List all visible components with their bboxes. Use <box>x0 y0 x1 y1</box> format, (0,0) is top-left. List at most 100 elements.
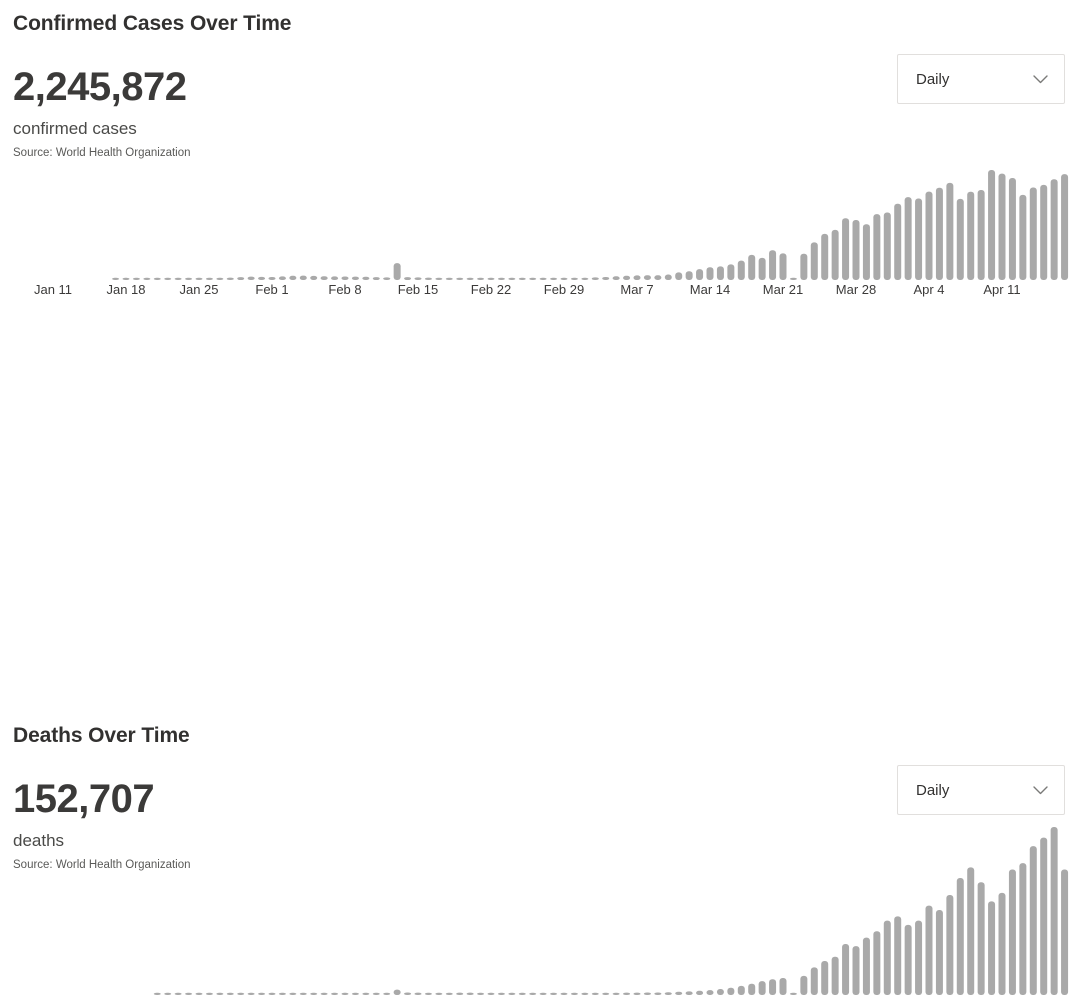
chart-bar[interactable] <box>977 882 985 995</box>
chart-bar[interactable] <box>831 229 839 280</box>
chart-bar[interactable] <box>883 920 891 995</box>
chart-bar[interactable] <box>998 892 1006 995</box>
chart-bar[interactable] <box>289 275 297 280</box>
chart-bar[interactable] <box>716 266 724 280</box>
chart-bar[interactable] <box>956 878 964 995</box>
chart-bar[interactable] <box>466 277 474 280</box>
chart-bar[interactable] <box>393 263 401 280</box>
chart-bar[interactable] <box>550 992 558 995</box>
chart-bar[interactable] <box>727 264 735 280</box>
chart-bar[interactable] <box>518 992 526 995</box>
chart-bar[interactable] <box>174 277 182 280</box>
chart-bar[interactable] <box>383 992 391 995</box>
chart-bar[interactable] <box>497 277 505 280</box>
chart-bar[interactable] <box>654 275 662 280</box>
chart-bar[interactable] <box>862 937 870 995</box>
chart-bar[interactable] <box>570 277 578 280</box>
chart-bar[interactable] <box>748 983 756 995</box>
chart-bar[interactable] <box>1029 187 1037 280</box>
chart-bar[interactable] <box>935 187 943 280</box>
chart-bar[interactable] <box>696 269 704 280</box>
chart-bar[interactable] <box>570 992 578 995</box>
chart-bar[interactable] <box>456 992 464 995</box>
chart-bar[interactable] <box>247 276 255 280</box>
chart-bar[interactable] <box>737 260 745 280</box>
chart-bar[interactable] <box>779 977 787 995</box>
chart-bar[interactable] <box>1061 174 1069 280</box>
chart-bar[interactable] <box>424 992 432 995</box>
chart-bar[interactable] <box>1040 184 1048 280</box>
chart-bar[interactable] <box>842 943 850 995</box>
chart-bar[interactable] <box>529 992 537 995</box>
chart-bar[interactable] <box>727 987 735 995</box>
chart-bar[interactable] <box>591 992 599 995</box>
chart-bar[interactable] <box>935 909 943 995</box>
chart-bar[interactable] <box>205 277 213 280</box>
chart-bar[interactable] <box>716 989 724 995</box>
chart-bar[interactable] <box>894 203 902 280</box>
chart-bar[interactable] <box>560 277 568 280</box>
chart-bar[interactable] <box>967 867 975 995</box>
chart-bar[interactable] <box>414 277 422 280</box>
chart-bar[interactable] <box>226 992 234 995</box>
chart-bar[interactable] <box>988 901 996 995</box>
chart-bar[interactable] <box>362 992 370 995</box>
chart-bar[interactable] <box>362 276 370 280</box>
chart-bar[interactable] <box>904 924 912 995</box>
chart-bar[interactable] <box>789 992 797 995</box>
chart-bar[interactable] <box>685 271 693 280</box>
chart-bar[interactable] <box>894 916 902 995</box>
chart-bar[interactable] <box>258 992 266 995</box>
deaths-interval-dropdown[interactable]: Daily <box>897 765 1065 815</box>
chart-bar[interactable] <box>289 992 297 995</box>
chart-bar[interactable] <box>237 277 245 280</box>
chart-bar[interactable] <box>1050 179 1058 280</box>
chart-bar[interactable] <box>998 173 1006 280</box>
chart-bar[interactable] <box>737 985 745 995</box>
chart-bar[interactable] <box>654 992 662 995</box>
chart-bar[interactable] <box>769 979 777 995</box>
chart-bar[interactable] <box>967 191 975 280</box>
chart-bar[interactable] <box>445 992 453 995</box>
chart-bar[interactable] <box>299 992 307 995</box>
chart-bar[interactable] <box>758 981 766 995</box>
chart-bar[interactable] <box>518 277 526 280</box>
chart-bar[interactable] <box>278 992 286 995</box>
chart-bar[interactable] <box>842 218 850 280</box>
chart-bar[interactable] <box>591 277 599 280</box>
chart-bar[interactable] <box>873 931 881 995</box>
chart-bar[interactable] <box>164 992 172 995</box>
chart-bar[interactable] <box>706 990 714 995</box>
chart-bar[interactable] <box>320 276 328 280</box>
chart-bar[interactable] <box>925 905 933 995</box>
chart-bar[interactable] <box>1061 869 1069 995</box>
chart-bar[interactable] <box>977 190 985 280</box>
chart-bar[interactable] <box>612 276 620 280</box>
chart-bar[interactable] <box>268 992 276 995</box>
chart-bar[interactable] <box>821 960 829 995</box>
chart-bar[interactable] <box>132 277 140 280</box>
chart-bar[interactable] <box>664 274 672 280</box>
chart-bar[interactable] <box>341 992 349 995</box>
chart-bar[interactable] <box>435 277 443 280</box>
chart-bar[interactable] <box>539 992 547 995</box>
chart-bar[interactable] <box>477 992 485 995</box>
chart-bar[interactable] <box>112 277 120 280</box>
chart-bar[interactable] <box>800 253 808 280</box>
chart-bar[interactable] <box>560 992 568 995</box>
chart-bar[interactable] <box>821 233 829 280</box>
chart-bar[interactable] <box>685 991 693 995</box>
chart-bar[interactable] <box>550 277 558 280</box>
chart-bar[interactable] <box>602 276 610 280</box>
chart-bar[interactable] <box>299 275 307 280</box>
chart-bar[interactable] <box>185 992 193 995</box>
chart-bar[interactable] <box>633 275 641 280</box>
chart-bar[interactable] <box>623 275 631 280</box>
chart-bar[interactable] <box>800 975 808 995</box>
chart-bar[interactable] <box>310 992 318 995</box>
chart-bar[interactable] <box>331 276 339 280</box>
chart-bar[interactable] <box>195 992 203 995</box>
chart-bar[interactable] <box>174 992 182 995</box>
cases-interval-dropdown[interactable]: Daily <box>897 54 1065 104</box>
chart-bar[interactable] <box>883 212 891 280</box>
